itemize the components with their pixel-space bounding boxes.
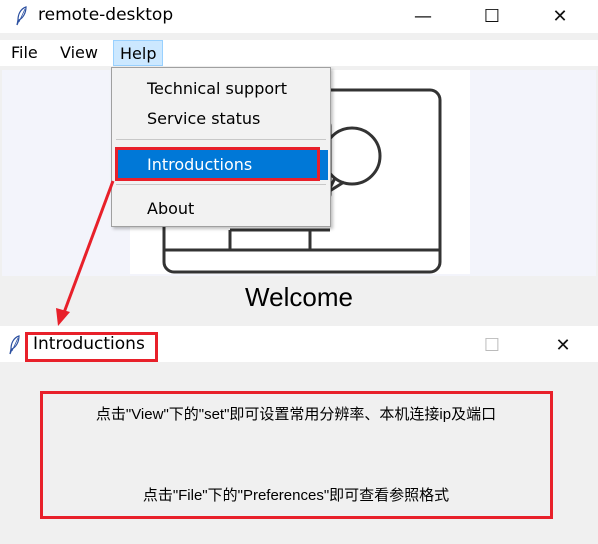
close-button[interactable]: ✕	[540, 329, 586, 362]
menu-item-service-status[interactable]: Service status	[112, 104, 330, 134]
menu-item-about[interactable]: About	[112, 194, 330, 224]
close-icon: ✕	[552, 6, 568, 27]
maximize-button[interactable]: ☐	[469, 329, 515, 362]
minimize-icon: —	[414, 6, 432, 27]
menu-separator	[116, 184, 326, 185]
menu-item-technical-support[interactable]: Technical support	[112, 74, 330, 104]
annotation-box-introductions	[115, 147, 320, 181]
close-icon: ✕	[555, 335, 571, 356]
maximize-icon: ☐	[483, 6, 501, 27]
instruction-line-2: 点击"File"下的"Preferences"即可查看参照格式	[142, 487, 450, 504]
maximize-icon: ☐	[483, 335, 501, 356]
menu-help[interactable]: Help	[113, 40, 164, 66]
welcome-text: Welcome	[245, 282, 353, 312]
feather-icon	[9, 335, 20, 355]
instruction-line-1: 点击"View"下的"set"即可设置常用分辨率、本机连接ip及端口	[95, 406, 497, 423]
maximize-button[interactable]: ☐	[469, 0, 515, 33]
annotation-box-dialog-title	[25, 332, 158, 362]
menu-view[interactable]: View	[54, 40, 104, 66]
menu-file[interactable]: File	[5, 40, 44, 66]
minimize-button[interactable]: —	[400, 0, 446, 33]
menu-separator	[116, 139, 326, 140]
feather-icon	[16, 6, 27, 26]
close-button[interactable]: ✕	[537, 0, 583, 33]
window-title: remote-desktop	[38, 5, 174, 25]
